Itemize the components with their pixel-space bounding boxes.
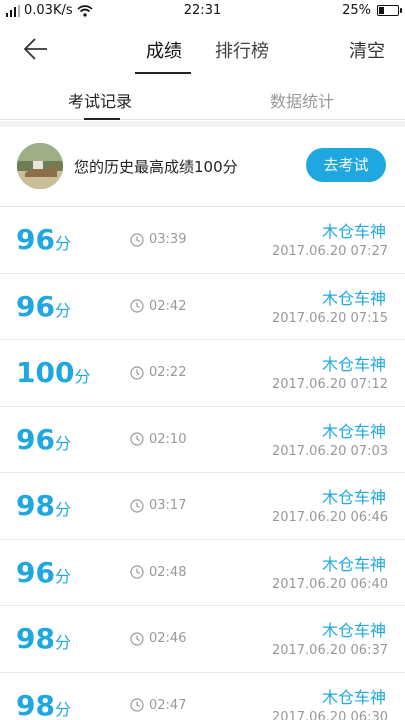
score-unit: 分	[54, 500, 71, 519]
record-date: 2017.06.20 07:15	[271, 310, 388, 326]
status-bar: 0.03K/s 22:31 25%	[0, 0, 405, 22]
top-nav: 成绩 排行榜 清空	[0, 24, 405, 74]
duration-value: 02:46	[149, 631, 187, 646]
user-name: 木仓车神	[321, 488, 386, 507]
sub-tabs: 考试记录 数据统计	[0, 76, 405, 120]
score-unit: 分	[54, 234, 71, 253]
duration-value: 02:47	[149, 697, 187, 713]
score: 96分	[16, 290, 71, 323]
duration-value: 02:42	[149, 298, 187, 314]
duration: 02:46	[130, 631, 186, 646]
battery-icon	[377, 5, 402, 16]
best-score-text: 您的历史最高成绩100分	[74, 158, 238, 176]
clock-icon	[130, 698, 144, 712]
user-name: 木仓车神	[321, 554, 386, 574]
score: 100分	[16, 356, 90, 389]
score-value: 98	[16, 622, 55, 655]
clock-icon	[130, 299, 144, 313]
record-row[interactable]: 98分 02:46 木仓车神 2017.06.20 06:37	[0, 606, 405, 673]
record-row[interactable]: 96分 02:42 木仓车神 2017.06.20 07:15	[0, 274, 405, 340]
duration-value: 02:22	[149, 365, 187, 380]
score-value: 96	[16, 223, 55, 256]
user-name: 木仓车神	[321, 621, 386, 640]
score-unit: 分	[74, 367, 91, 386]
subtab-exam-records[interactable]: 考试记录	[68, 88, 132, 112]
score-value: 96	[16, 289, 55, 323]
exam-record-list: 96分 03:39 木仓车神 2017.06.20 07:27 96分 02:42 木仓车神…	[0, 207, 405, 720]
score-unit: 分	[54, 633, 71, 652]
clock-icon	[130, 631, 144, 646]
record-date: 2017.06.20 07:12	[271, 377, 388, 392]
tab-leaderboard[interactable]: 排行榜	[215, 37, 269, 63]
avatar-photo-icon	[17, 143, 63, 189]
record-row[interactable]: 100分 02:22 木仓车神 2017.06.20 07:12	[0, 340, 405, 407]
record-row[interactable]: 96分 03:39 木仓车神 2017.06.20 07:27	[0, 207, 405, 274]
best-score-panel: 您的历史最高成绩100分 去考试	[0, 127, 405, 207]
record-date: 2017.06.20 06:30	[271, 709, 388, 720]
score-value: 96	[16, 422, 55, 456]
record-row[interactable]: 96分 02:48 木仓车神 2017.06.20 06:40	[0, 540, 405, 606]
score-unit: 分	[54, 699, 71, 719]
tab-scores[interactable]: 成绩	[146, 37, 182, 63]
clock-icon	[130, 498, 144, 513]
score-unit: 分	[54, 300, 71, 320]
score-value: 96	[16, 555, 55, 589]
subtab-active-indicator	[84, 118, 120, 120]
subtab-statistics[interactable]: 数据统计	[270, 88, 334, 112]
duration: 02:48	[130, 565, 186, 580]
clock-icon	[130, 365, 144, 380]
score-value: 98	[16, 489, 55, 522]
duration: 03:39	[130, 232, 186, 247]
score-unit: 分	[54, 566, 71, 586]
duration: 02:47	[130, 698, 186, 713]
duration-value: 03:39	[149, 232, 187, 247]
battery-percent: 25%	[342, 3, 371, 18]
clock-icon	[130, 432, 144, 446]
score: 96分	[16, 556, 71, 589]
record-date: 2017.06.20 06:37	[271, 643, 388, 658]
score-value: 98	[16, 688, 55, 720]
score: 98分	[16, 622, 71, 655]
record-row[interactable]: 98分 02:47 木仓车神 2017.06.20 06:30	[0, 673, 405, 720]
score-unit: 分	[54, 433, 71, 453]
duration-value: 02:48	[149, 564, 187, 580]
score-value: 100	[16, 356, 75, 389]
duration: 02:42	[130, 299, 186, 314]
back-arrow-icon[interactable]	[22, 36, 48, 62]
duration-value: 03:17	[149, 498, 187, 513]
duration-value: 02:10	[149, 431, 187, 447]
record-date: 2017.06.20 07:27	[271, 244, 388, 259]
score: 96分	[16, 223, 71, 256]
score: 96分	[16, 423, 71, 456]
status-right: 25%	[342, 3, 402, 18]
record-row[interactable]: 96分 02:10 木仓车神 2017.06.20 07:03	[0, 407, 405, 473]
user-name: 木仓车神	[321, 222, 386, 241]
avatar[interactable]	[17, 143, 63, 189]
duration: 02:10	[130, 432, 186, 447]
record-date: 2017.06.20 07:03	[271, 443, 388, 459]
clear-button[interactable]: 清空	[349, 37, 385, 63]
user-name: 木仓车神	[321, 288, 386, 308]
user-name: 木仓车神	[321, 421, 386, 441]
take-exam-button[interactable]: 去考试	[306, 148, 386, 182]
user-name: 木仓车神	[321, 355, 386, 374]
duration: 02:22	[130, 365, 186, 380]
duration: 03:17	[130, 498, 186, 513]
clock-icon	[130, 565, 144, 579]
tab-active-indicator	[135, 72, 191, 74]
score: 98分	[16, 689, 71, 720]
user-name: 木仓车神	[321, 687, 386, 707]
record-date: 2017.06.20 06:46	[271, 510, 388, 525]
record-date: 2017.06.20 06:40	[271, 576, 388, 592]
score: 98分	[16, 489, 71, 522]
clock-icon	[130, 232, 144, 247]
record-row[interactable]: 98分 03:17 木仓车神 2017.06.20 06:46	[0, 473, 405, 540]
